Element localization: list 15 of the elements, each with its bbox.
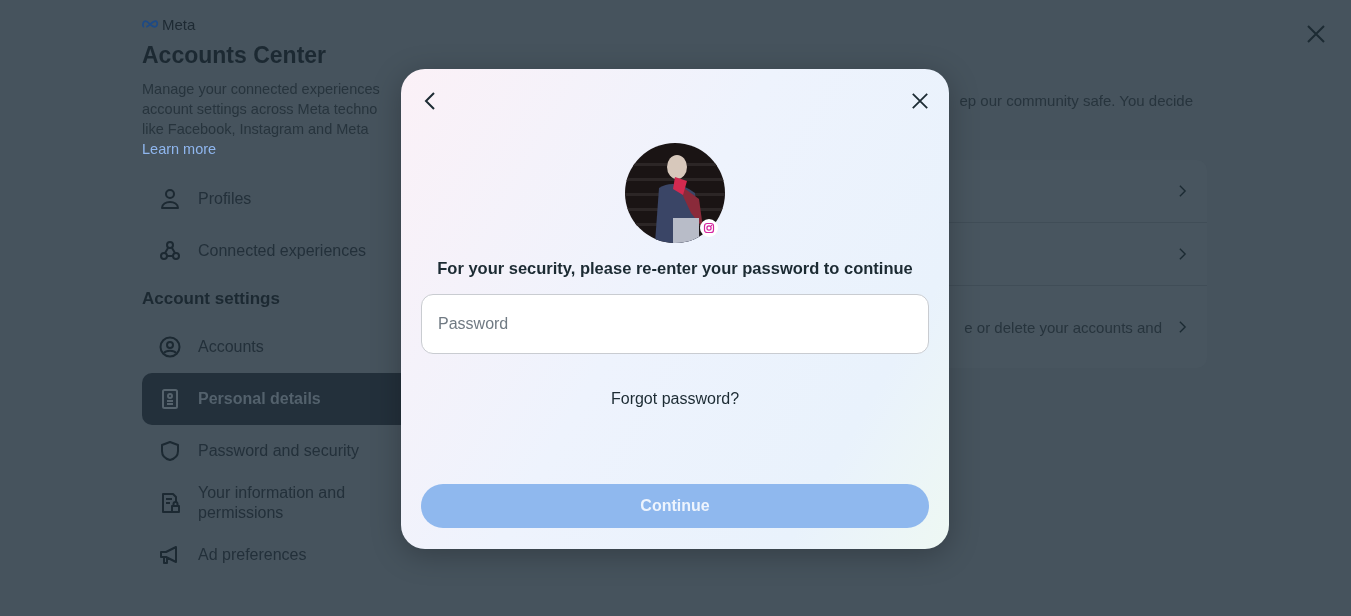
nodes-icon (158, 239, 182, 263)
forgot-password-link[interactable]: Forgot password? (610, 390, 740, 408)
chevron-right-icon (1178, 247, 1187, 261)
close-icon[interactable] (911, 92, 929, 110)
infinity-logo-icon (142, 19, 159, 29)
learn-more-link[interactable]: Learn more (142, 139, 217, 159)
back-icon[interactable] (424, 91, 436, 111)
instagram-badge-icon (700, 219, 718, 237)
account-circle-icon (158, 335, 182, 359)
shield-icon (158, 439, 182, 463)
password-field[interactable]: Password (421, 294, 929, 354)
person-icon (158, 187, 182, 211)
prompt-text: For your security, please re-enter your password to continue (437, 259, 913, 278)
chevron-right-icon (1178, 320, 1187, 334)
chevron-right-icon (1178, 184, 1187, 198)
